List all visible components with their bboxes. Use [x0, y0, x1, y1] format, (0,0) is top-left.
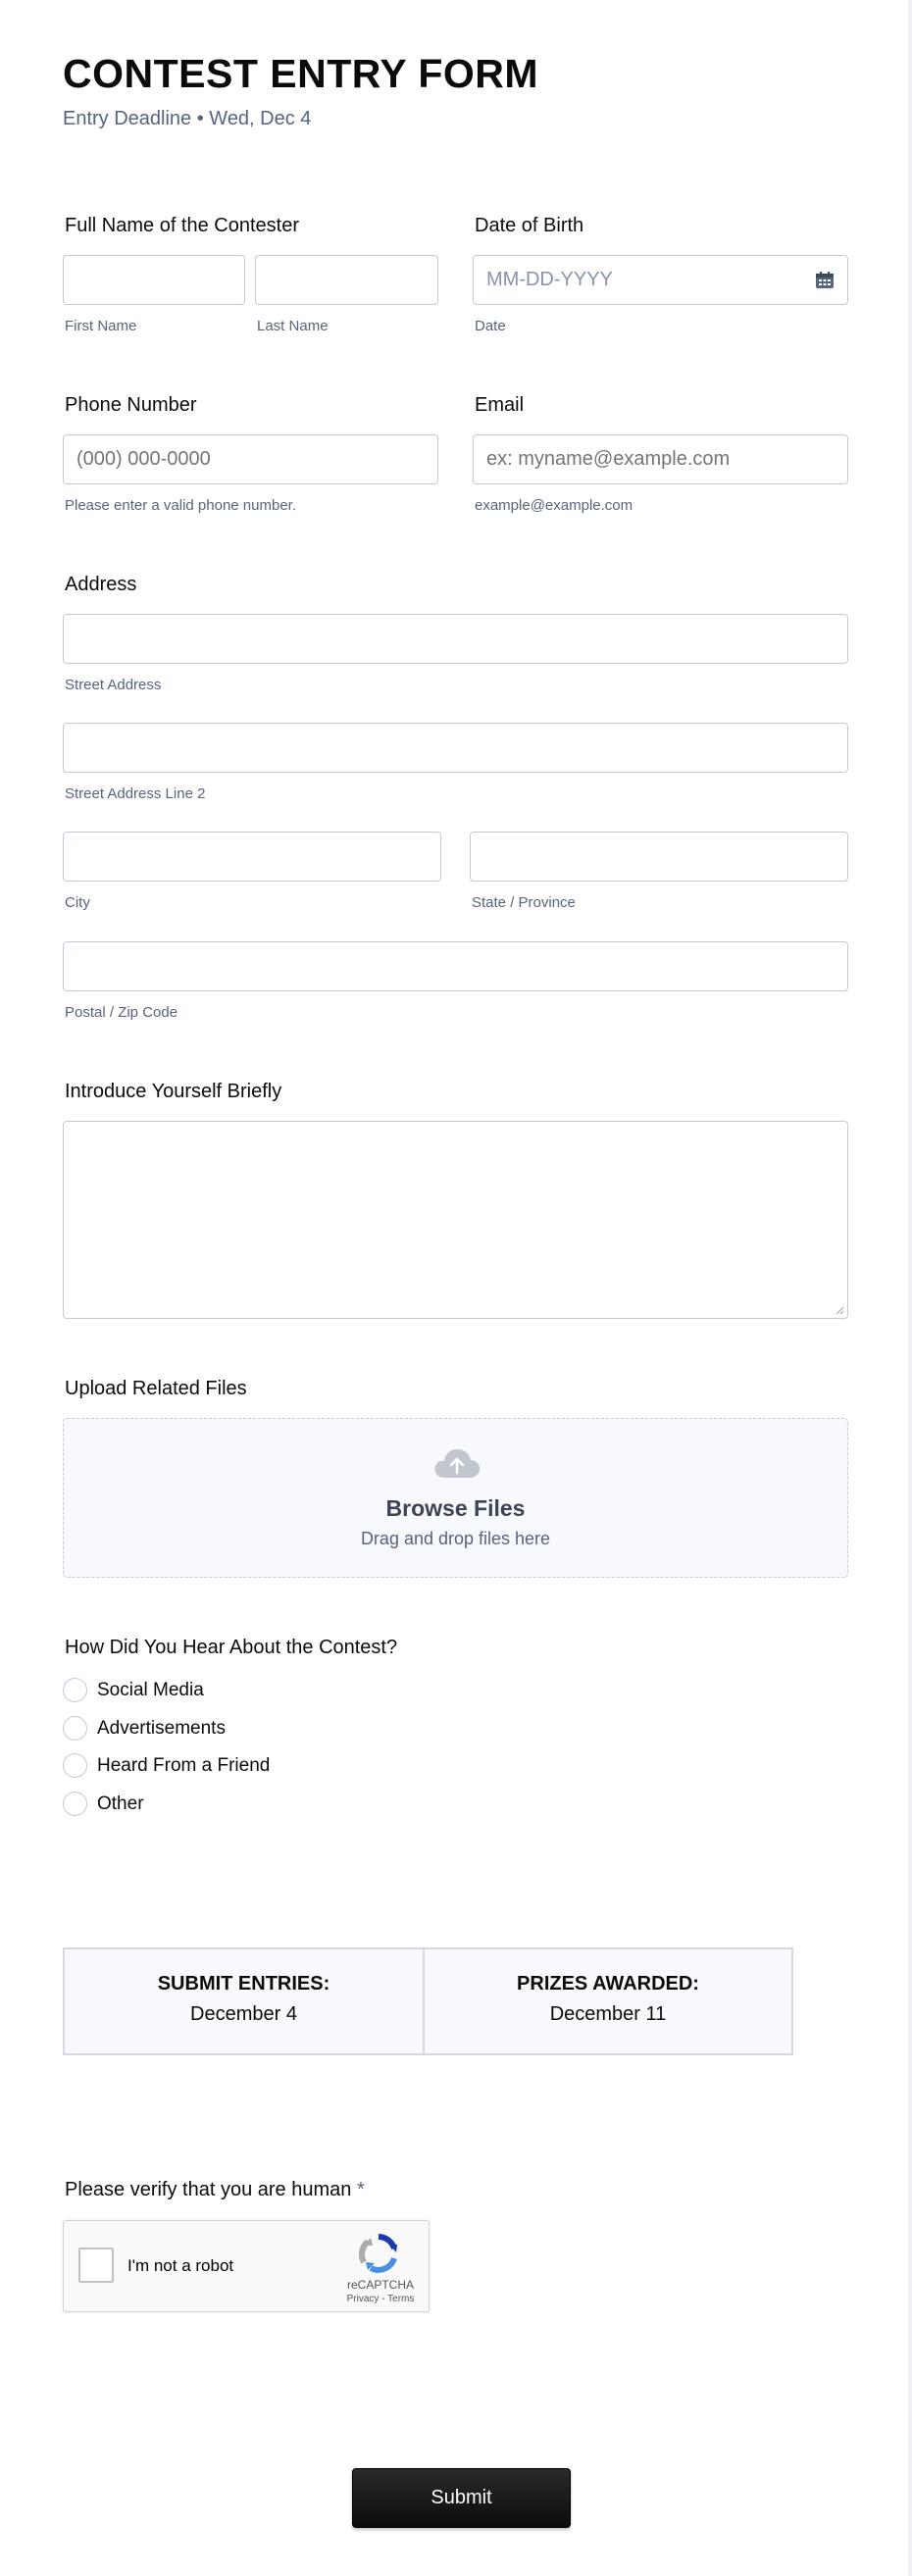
full-name-label: Full Name of the Contester: [65, 215, 299, 236]
radio-label: Social Media: [97, 1679, 204, 1700]
first-name-sublabel: First Name: [65, 318, 137, 334]
submit-entries-heading: SUBMIT ENTRIES:: [157, 1973, 330, 1995]
radio-button[interactable]: [63, 1716, 87, 1741]
phone-label: Phone Number: [65, 394, 197, 416]
radio-option[interactable]: Social Media: [63, 1678, 204, 1702]
dates-table: SUBMIT ENTRIES: December 4 PRIZES AWARDE…: [63, 1947, 793, 2055]
required-mark: *: [356, 2179, 365, 2200]
city-input[interactable]: [63, 832, 441, 882]
intro-textarea[interactable]: [63, 1121, 848, 1319]
radio-label: Advertisements: [97, 1717, 226, 1739]
dob-sublabel: Date: [475, 318, 506, 334]
street-address-input[interactable]: [63, 614, 848, 664]
postal-code-sublabel: Postal / Zip Code: [65, 1004, 178, 1021]
last-name-sublabel: Last Name: [257, 318, 329, 334]
form-title: CONTEST ENTRY FORM: [63, 51, 539, 96]
city-sublabel: City: [65, 894, 90, 911]
calendar-icon[interactable]: [815, 271, 835, 290]
dob-label: Date of Birth: [475, 215, 584, 236]
recaptcha-links[interactable]: Privacy - Terms: [336, 2294, 425, 2304]
phone-sublabel: Please enter a valid phone number.: [65, 497, 296, 514]
resize-grip-icon[interactable]: [835, 1305, 844, 1315]
state-sublabel: State / Province: [472, 894, 576, 911]
dob-input[interactable]: MM-DD-YYYY: [473, 255, 848, 305]
recaptcha-text: I'm not a robot: [127, 2256, 234, 2275]
upload-dropzone[interactable]: Browse Files Drag and drop files here: [63, 1418, 848, 1578]
recaptcha-checkbox[interactable]: [78, 2248, 114, 2283]
upload-label: Upload Related Files: [65, 1378, 247, 1399]
state-input[interactable]: [470, 832, 848, 882]
street-address-sublabel: Street Address: [65, 677, 162, 693]
radio-label: Other: [97, 1793, 144, 1814]
dob-placeholder: MM-DD-YYYY: [486, 269, 613, 290]
radio-option[interactable]: Heard From a Friend: [63, 1753, 270, 1778]
email-input[interactable]: [473, 434, 848, 484]
captcha-label-text: Please verify that you are human: [65, 2179, 352, 2200]
prizes-awarded-cell: PRIZES AWARDED: December 11: [425, 1949, 791, 2053]
form-subtitle: Entry Deadline • Wed, Dec 4: [63, 108, 312, 129]
upload-hint: Drag and drop files here: [360, 1529, 551, 1548]
recaptcha-logo-icon: [359, 2234, 397, 2273]
intro-label: Introduce Yourself Briefly: [65, 1081, 282, 1102]
recaptcha-brand: reCAPTCHA: [346, 2278, 414, 2292]
email-label: Email: [475, 394, 525, 416]
radio-label: Heard From a Friend: [97, 1754, 271, 1776]
radio-button[interactable]: [63, 1678, 87, 1702]
email-sublabel: example@example.com: [475, 497, 633, 514]
postal-code-input[interactable]: [63, 941, 848, 991]
phone-input[interactable]: [63, 434, 438, 484]
prizes-awarded-heading: PRIZES AWARDED:: [517, 1973, 699, 1995]
form-page: CONTEST ENTRY FORM Entry Deadline • Wed,…: [0, 0, 912, 2576]
recaptcha-widget: I'm not a robot reCAPTCHA Privacy - Term…: [63, 2220, 430, 2312]
radio-button[interactable]: [63, 1753, 87, 1778]
submit-button[interactable]: Submit: [352, 2468, 571, 2528]
prizes-awarded-date: December 11: [549, 2003, 667, 2025]
cloud-upload-icon: [434, 1448, 481, 1478]
submit-entries-cell: SUBMIT ENTRIES: December 4: [65, 1949, 425, 2053]
first-name-input[interactable]: [63, 255, 245, 305]
hear-label: How Did You Hear About the Contest?: [65, 1637, 398, 1658]
browse-files-button[interactable]: Browse Files: [64, 1495, 847, 1522]
submit-entries-date: December 4: [190, 2003, 297, 2025]
radio-option[interactable]: Other: [63, 1792, 144, 1816]
radio-option[interactable]: Advertisements: [63, 1716, 226, 1741]
captcha-label: Please verify that you are human *: [65, 2179, 365, 2201]
last-name-input[interactable]: [255, 255, 438, 305]
street-address-line2-input[interactable]: [63, 723, 848, 773]
radio-button[interactable]: [63, 1792, 87, 1816]
address-label: Address: [65, 574, 137, 595]
street-address-line2-sublabel: Street Address Line 2: [65, 785, 206, 802]
